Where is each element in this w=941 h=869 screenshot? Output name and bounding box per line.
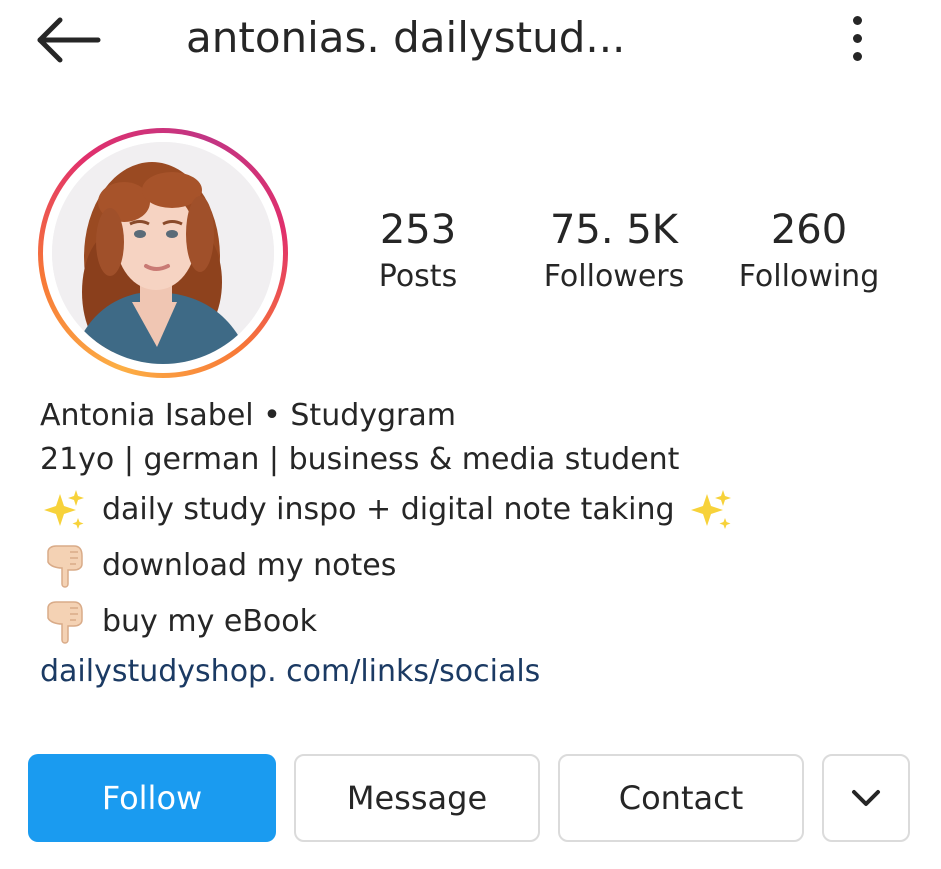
profile-bio: Antonia Isabel • Studygram 21yo | german… (40, 394, 920, 694)
message-button[interactable]: Message (294, 754, 540, 842)
suggested-accounts-button[interactable] (822, 754, 910, 842)
bio-name: Antonia Isabel • Studygram (40, 398, 456, 433)
pointing-down-hand-icon (47, 601, 83, 644)
profile-username: antonias. dailystud... (186, 13, 626, 62)
following-label: Following (738, 259, 880, 294)
bio-line-ebook: buy my eBook (40, 594, 920, 650)
following-count: 260 (770, 207, 848, 253)
back-button[interactable] (34, 16, 106, 64)
bio-description: 21yo | german | business & media student (40, 442, 680, 477)
sparkles-icon (690, 490, 731, 529)
bio-ebook-text: buy my eBook (102, 604, 317, 639)
profile-avatar[interactable] (38, 128, 288, 378)
arrow-left-icon (37, 17, 101, 63)
more-options-button[interactable] (836, 10, 880, 66)
chevron-down-icon (852, 790, 880, 806)
stat-posts[interactable]: 253 Posts (358, 204, 478, 298)
pointing-down-hand-icon (47, 545, 83, 588)
sparkles-icon (44, 490, 84, 529)
bio-inspo-text: daily study inspo + digital note taking (102, 492, 675, 527)
bio-website-link[interactable]: dailystudyshop. com/links/socials (40, 650, 540, 694)
posts-label: Posts (378, 259, 458, 294)
bio-line-notes: download my notes (40, 538, 920, 594)
profile-header: antonias. dailystud... (0, 0, 941, 80)
stat-followers[interactable]: 75. 5K Followers (528, 204, 700, 298)
posts-count: 253 (379, 207, 457, 253)
stat-following[interactable]: 260 Following (728, 204, 890, 298)
contact-button[interactable]: Contact (558, 754, 804, 842)
followers-label: Followers (543, 259, 685, 294)
portrait-image (52, 142, 274, 364)
avatar-photo (52, 142, 274, 364)
follow-button[interactable]: Follow (28, 754, 276, 842)
bio-notes-text: download my notes (102, 548, 397, 583)
followers-count: 75. 5K (549, 207, 678, 253)
bio-line-inspo: daily study inspo + digital note taking (40, 482, 920, 538)
